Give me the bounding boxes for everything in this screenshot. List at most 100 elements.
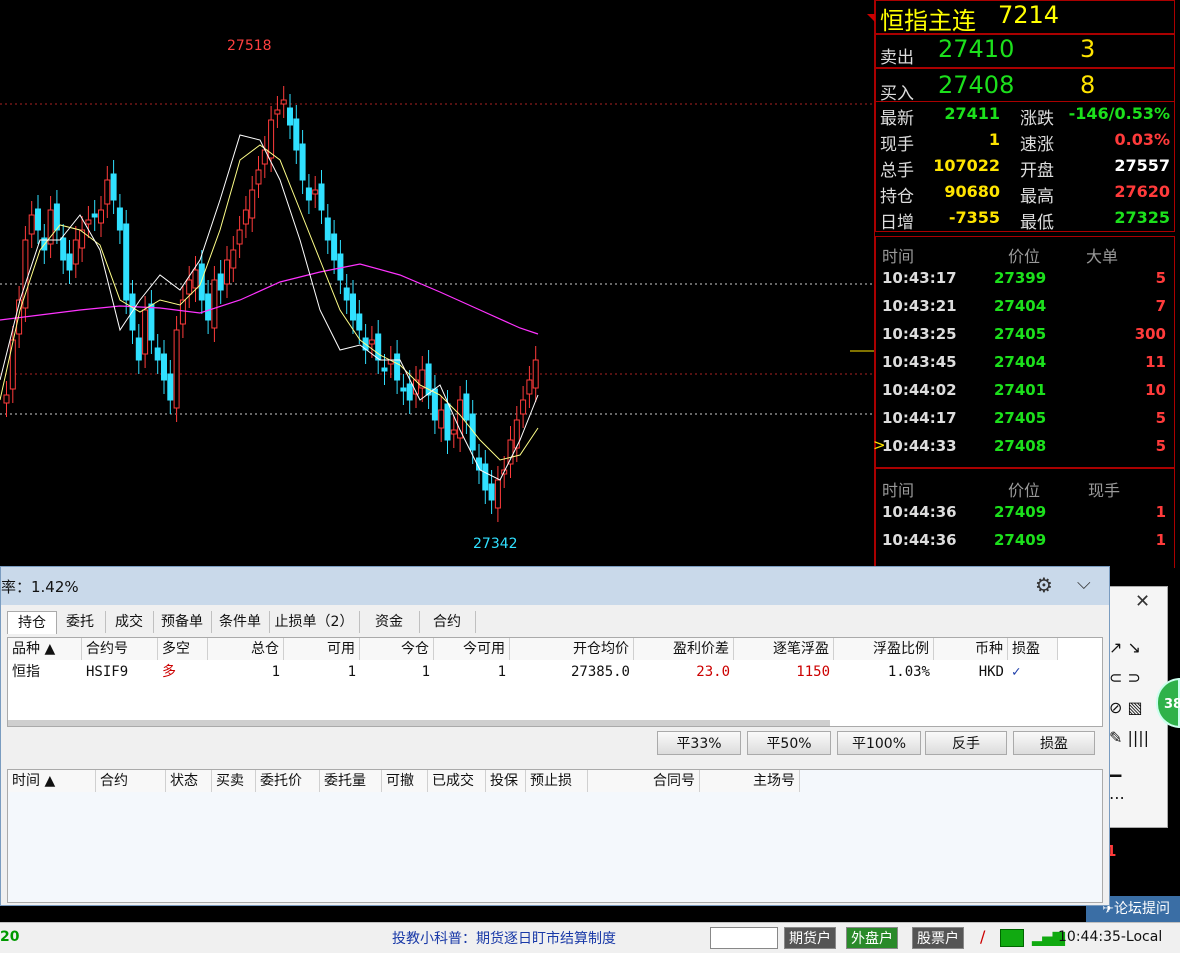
pos-col-header[interactable]: 多空 <box>158 638 208 660</box>
candlestick-chart[interactable]: 27518 27342 <box>0 0 875 570</box>
tape-vol: 5 <box>1155 409 1166 427</box>
order-col-header[interactable]: 状态 <box>166 770 212 792</box>
pos-col-header[interactable]: 逐笔浮盈 <box>734 638 834 660</box>
order-col-header[interactable]: 买卖 <box>212 770 256 792</box>
tab-6[interactable]: 资金 <box>359 611 420 633</box>
candle <box>236 229 243 245</box>
candle <box>249 189 256 219</box>
candle <box>457 399 464 439</box>
candle <box>406 383 413 401</box>
position-dialog: 率：1.42% ⚙ ⌵ 持仓 委托 成交 预备单 条件单 止损单（2） 资金 合约 品种 ▲ 合… <box>0 566 1110 906</box>
candle <box>192 269 199 289</box>
candle <box>98 209 104 224</box>
candle <box>205 293 212 321</box>
pos-col-header[interactable]: 品种 ▲ <box>8 638 82 660</box>
tape-time: 10:44:33 <box>882 437 957 455</box>
pos-col-header[interactable]: 可用 <box>284 638 360 660</box>
order-col-header[interactable]: 主场号 <box>700 770 800 792</box>
tape-price: 27401 <box>994 381 1047 399</box>
foreign-account-button[interactable]: 外盘户 <box>846 927 898 949</box>
tab-4[interactable]: 条件单 <box>211 611 270 633</box>
pos-col-header[interactable]: 盈利价差 <box>634 638 734 660</box>
order-col-header[interactable]: 已成交 <box>428 770 486 792</box>
pos-col-header[interactable]: 今仓 <box>360 638 434 660</box>
tape-price: 27409 <box>994 531 1047 549</box>
tape-row: 10:43:25 27405 300 <box>882 325 1172 353</box>
order-col-header[interactable]: 合约 <box>96 770 166 792</box>
tab-2[interactable]: 成交 <box>105 611 154 633</box>
futures-account-button[interactable]: 期货户 <box>784 927 836 949</box>
stat-value: 107022 <box>933 156 1000 175</box>
stat-value: -146/0.53% <box>1068 104 1170 123</box>
stat-label: 现手 <box>880 135 914 155</box>
order-col-header[interactable]: 可撤 <box>382 770 428 792</box>
stat-row: 日增 -7355 最低 27325 <box>880 208 1170 234</box>
candle <box>224 259 230 285</box>
candle <box>173 329 180 409</box>
positions-table: 品种 ▲ 合约号 多空 总仓 可用 今仓 今可用 开仓均价 盈利价差 逐笔浮盈 浮盈比例 币种 损盈 恒… <box>7 637 1103 727</box>
tool-icons[interactable]: ↗ ↘ ⊂ ⊃ ⊘ ▧ ✎ |||| ▁ ⋯ <box>1109 633 1149 813</box>
order-col-header[interactable]: 合同号 <box>588 770 700 792</box>
tab-5[interactable]: 止损单（2） <box>269 611 360 633</box>
stock-account-button[interactable]: 股票户 <box>912 927 964 949</box>
close-position-button-4[interactable]: 损盈 <box>1013 731 1095 755</box>
gear-icon[interactable]: ⚙ <box>1035 573 1053 597</box>
candle <box>167 373 174 401</box>
order-col-header[interactable]: 时间 ▲ <box>8 770 96 792</box>
close-position-button-1[interactable]: 平50% <box>747 731 831 755</box>
big-order-tape: 时间 价位 大单 10:43:17 27399 5 10:43:21 27404 … <box>875 236 1175 468</box>
order-col-header[interactable]: 预止损 <box>526 770 588 792</box>
close-icon[interactable]: ✕ <box>1135 591 1150 612</box>
stat-value: 27411 <box>944 104 1000 123</box>
quote-stats: 最新 27411 涨跌 -146/0.53% 现手 1 速涨 0.03% 总手 … <box>875 102 1175 234</box>
tab-0[interactable]: 持仓 <box>7 611 57 634</box>
stat-label: 速涨 <box>1020 135 1054 155</box>
tape-col-time: 时间 <box>882 247 915 266</box>
pos-col-header[interactable]: 浮盈比例 <box>834 638 934 660</box>
pos-col-header[interactable]: 币种 <box>934 638 1008 660</box>
pos-col-header[interactable]: 损盈 <box>1008 638 1058 660</box>
close-position-button-0[interactable]: 平33% <box>657 731 741 755</box>
candle <box>148 303 155 341</box>
order-col-header[interactable]: 委托量 <box>320 770 382 792</box>
tab-1[interactable]: 委托 <box>55 611 106 633</box>
clock: 10:44:35-Local <box>1058 929 1163 945</box>
pen-icon[interactable]: / <box>980 927 985 946</box>
candle <box>255 169 262 185</box>
tape-row: 10:44:36 27409 1 <box>882 531 1172 559</box>
quick-input[interactable] <box>710 927 778 949</box>
order-col-header[interactable]: 委托价 <box>256 770 320 792</box>
tape-vol: 1 <box>1155 531 1166 549</box>
pos-col-header[interactable]: 合约号 <box>82 638 158 660</box>
tab-3[interactable]: 预备单 <box>153 611 212 633</box>
candle <box>324 217 331 241</box>
order-col-header[interactable]: 投保 <box>486 770 526 792</box>
candle <box>507 439 514 465</box>
horizontal-scrollbar[interactable] <box>8 720 830 726</box>
tape-time: 10:44:36 <box>882 503 957 521</box>
tab-7[interactable]: 合约 <box>419 611 476 633</box>
pos-col-header[interactable]: 今可用 <box>434 638 510 660</box>
tape-vol: 7 <box>1155 297 1166 315</box>
collapse-icon[interactable]: ⌵ <box>1077 573 1091 594</box>
candle <box>161 353 167 381</box>
tape-price: 27409 <box>994 503 1047 521</box>
candle <box>482 463 489 491</box>
close-position-button-3[interactable]: 反手 <box>925 731 1007 755</box>
pos-col-header[interactable]: 开仓均价 <box>510 638 634 660</box>
ask-price[interactable]: 27410 <box>938 35 1014 63</box>
tape-time: 10:43:21 <box>882 297 957 315</box>
ma-line-mid <box>0 144 539 461</box>
close-position-button-2[interactable]: 平100% <box>837 731 921 755</box>
candle <box>9 339 16 390</box>
instrument-code: 7214 <box>998 1 1060 29</box>
tape-price: 27404 <box>994 297 1047 315</box>
pos-cell: 1.03% <box>887 664 930 680</box>
bid-price[interactable]: 27408 <box>938 71 1014 99</box>
candle <box>350 293 356 321</box>
tape-vol: 5 <box>1155 269 1166 287</box>
pos-col-header[interactable]: 总仓 <box>208 638 284 660</box>
news-ticker[interactable]: 投教小科普：期货逐日盯市结算制度 <box>392 928 616 948</box>
tape-time: 10:44:36 <box>882 531 957 549</box>
dialog-titlebar[interactable]: 率：1.42% ⚙ ⌵ <box>1 567 1109 605</box>
